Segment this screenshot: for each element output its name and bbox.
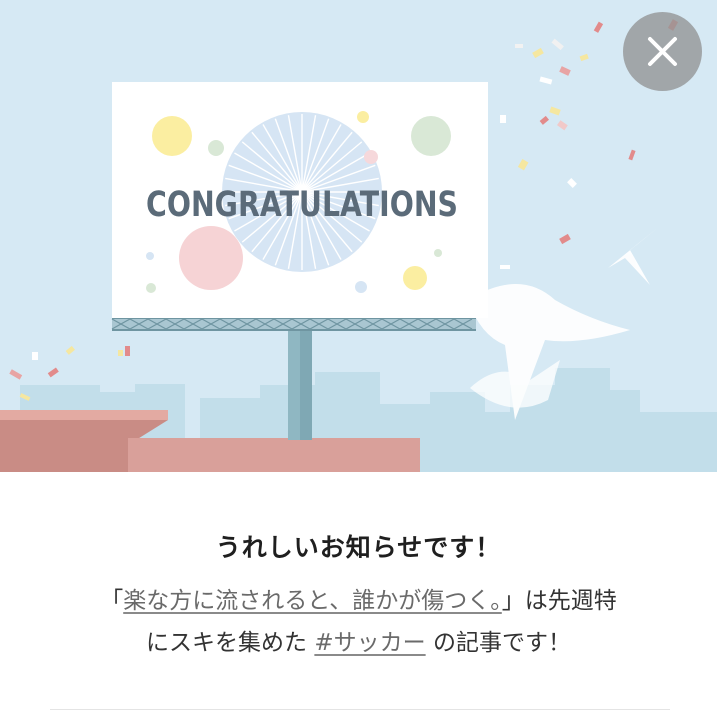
- hashtag-link[interactable]: #サッカー: [314, 630, 425, 656]
- billboard: CONGRATULATIONS: [112, 82, 488, 318]
- message-suffix: の記事です！: [432, 630, 571, 656]
- message-mid: 」は先週特: [501, 588, 617, 614]
- billboard-truss: [111, 317, 476, 331]
- congratulations-illustration: CONGRATULATIONS: [0, 0, 717, 472]
- headline: うれしいお知らせです！: [215, 533, 502, 562]
- message-line-1: 「楽な方に流されると、誰かが傷つく。」は先週特: [0, 580, 717, 622]
- message-line2-prefix: にスキを集めた: [146, 630, 308, 656]
- footer-divider: [50, 709, 670, 710]
- close-icon: [648, 37, 677, 66]
- billboard-text: CONGRATULATIONS: [146, 185, 458, 225]
- message-line-2: にスキを集めた #サッカー の記事です！: [0, 622, 717, 664]
- notification-message: 「楽な方に流されると、誰かが傷つく。」は先週特 にスキを集めた #サッカー の記…: [0, 580, 717, 664]
- close-button[interactable]: [623, 12, 702, 91]
- message-prefix: 「: [100, 588, 124, 614]
- article-title-link[interactable]: 楽な方に流されると、誰かが傷つく。: [123, 588, 502, 614]
